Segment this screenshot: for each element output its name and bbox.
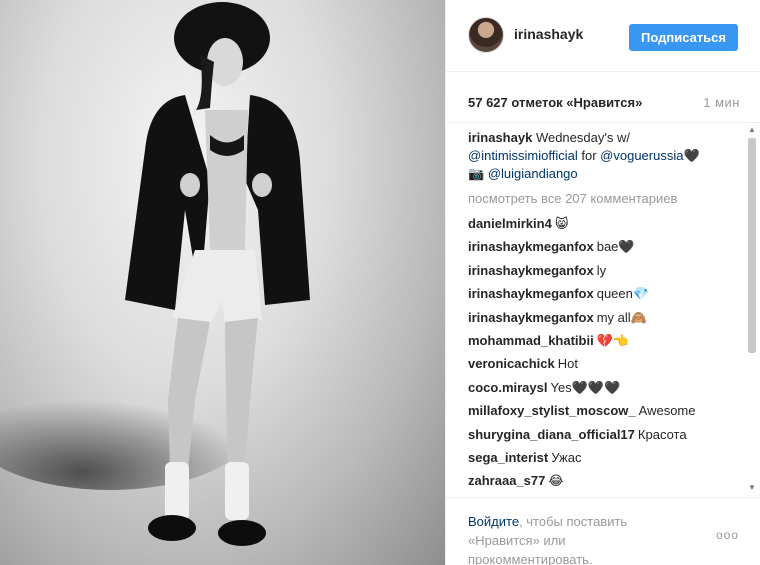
login-link[interactable]: Войдите <box>468 514 519 529</box>
scroll-down-arrow-icon[interactable]: ▼ <box>746 482 758 494</box>
comments-section[interactable]: irinashayk Wednesday's w/ @intimissimiof… <box>446 122 760 497</box>
comment-text: Ужас <box>551 450 582 466</box>
comment-username[interactable]: irinashaykmeganfox <box>468 239 594 254</box>
comment-text: Красота <box>637 426 687 442</box>
caption-text: Wednesday's w/ <box>532 130 630 145</box>
comment-text: Yes🖤🖤🖤 <box>550 379 621 395</box>
comment: veronicachick Hot <box>468 352 738 375</box>
post-caption: irinashayk Wednesday's w/ @intimissimiof… <box>468 129 738 183</box>
comment-username[interactable]: mohammad_khatibii <box>468 333 594 348</box>
comment-text: ly <box>596 262 607 278</box>
avatar[interactable] <box>468 17 504 53</box>
caption-mention[interactable]: @intimissimiofficial <box>468 148 578 163</box>
caption-text: for <box>577 148 601 163</box>
comment-text: 💔👈 <box>596 333 630 349</box>
comment-text: Awesome <box>638 403 696 419</box>
caption-mention[interactable]: @voguerussia <box>600 148 683 163</box>
comment-username[interactable]: irinashaykmeganfox <box>468 310 594 325</box>
comment-text: 😸 <box>554 216 569 231</box>
comment: irinashaykmeganfox my all🙈 <box>468 306 738 329</box>
comment-username[interactable]: sega_interist <box>468 450 548 465</box>
comment-text: my all🙈 <box>596 309 647 325</box>
comment-text: 😂 <box>548 473 564 489</box>
comment-text: Hot <box>557 356 578 372</box>
comment-username[interactable]: millafoxy_stylist_moscow_ <box>468 403 636 418</box>
comment: mohammad_khatibii 💔👈 <box>468 329 738 352</box>
likes-count[interactable]: 57 627 отметок «Нравится» <box>468 95 642 110</box>
scrollbar-thumb[interactable] <box>748 138 756 353</box>
post-sidebar: irinashayk Подписаться 57 627 отметок «Н… <box>445 0 760 565</box>
comments-list: irinashayk Wednesday's w/ @intimissimiof… <box>468 129 738 497</box>
photo-illustration <box>0 2 310 546</box>
post-footer: Войдите, чтобы поставить «Нравится» или … <box>446 497 760 565</box>
comment-username[interactable]: danielmirkin4 <box>468 216 552 231</box>
post-time[interactable]: 1 мин <box>703 95 740 110</box>
caption-username[interactable]: irinashayk <box>468 130 532 145</box>
comment-username[interactable]: irinashaykmeganfox <box>468 263 594 278</box>
likes-row: 57 627 отметок «Нравится» 1 мин <box>468 95 740 110</box>
comment-text: bae🖤 <box>596 239 635 255</box>
comment: irinashaykmeganfox queen💎 <box>468 282 738 305</box>
comment: zahraaa_s77 😂 <box>468 469 738 492</box>
comment: irinashaykmeganfox bae🖤 <box>468 235 738 258</box>
comment-username[interactable]: shurygina_diana_official17 <box>468 427 635 442</box>
post-header: irinashayk Подписаться <box>446 0 760 72</box>
comment: irinashaykmeganfox ly <box>468 259 738 282</box>
login-prompt: Войдите, чтобы поставить «Нравится» или … <box>468 512 688 565</box>
comment: coco.miraysl Yes🖤🖤🖤 <box>468 376 738 399</box>
comment: danielmirkin4 😸 <box>468 212 738 235</box>
view-all-comments-link[interactable]: посмотреть все 207 комментариев <box>468 191 738 206</box>
author-username[interactable]: irinashayk <box>514 26 583 42</box>
comment-username[interactable]: zahraaa_s77 <box>468 473 545 488</box>
comment-username[interactable]: coco.miraysl <box>468 380 548 395</box>
caption-mention[interactable]: @luigiandiango <box>488 166 578 181</box>
ellipsis-icon[interactable]: ooo <box>716 528 739 542</box>
comments-scrollbar[interactable]: ▲ ▼ <box>746 124 758 494</box>
follow-button[interactable]: Подписаться <box>629 24 738 51</box>
comment-username[interactable]: irinashaykmeganfox <box>468 286 594 301</box>
camera-emoji: 📷 <box>468 166 485 181</box>
comment: millafoxy_stylist_moscow_ Awesome <box>468 399 738 422</box>
comment-text: queen💎 <box>596 286 650 302</box>
comment: sega_interist Ужас <box>468 446 738 469</box>
post-photo[interactable] <box>0 0 445 565</box>
comment: shurygina_diana_official17 Красота <box>468 423 738 446</box>
comment-username[interactable]: veronicachick <box>468 356 555 371</box>
heart-emoji: 🖤 <box>683 148 700 163</box>
scroll-up-arrow-icon[interactable]: ▲ <box>746 124 758 136</box>
